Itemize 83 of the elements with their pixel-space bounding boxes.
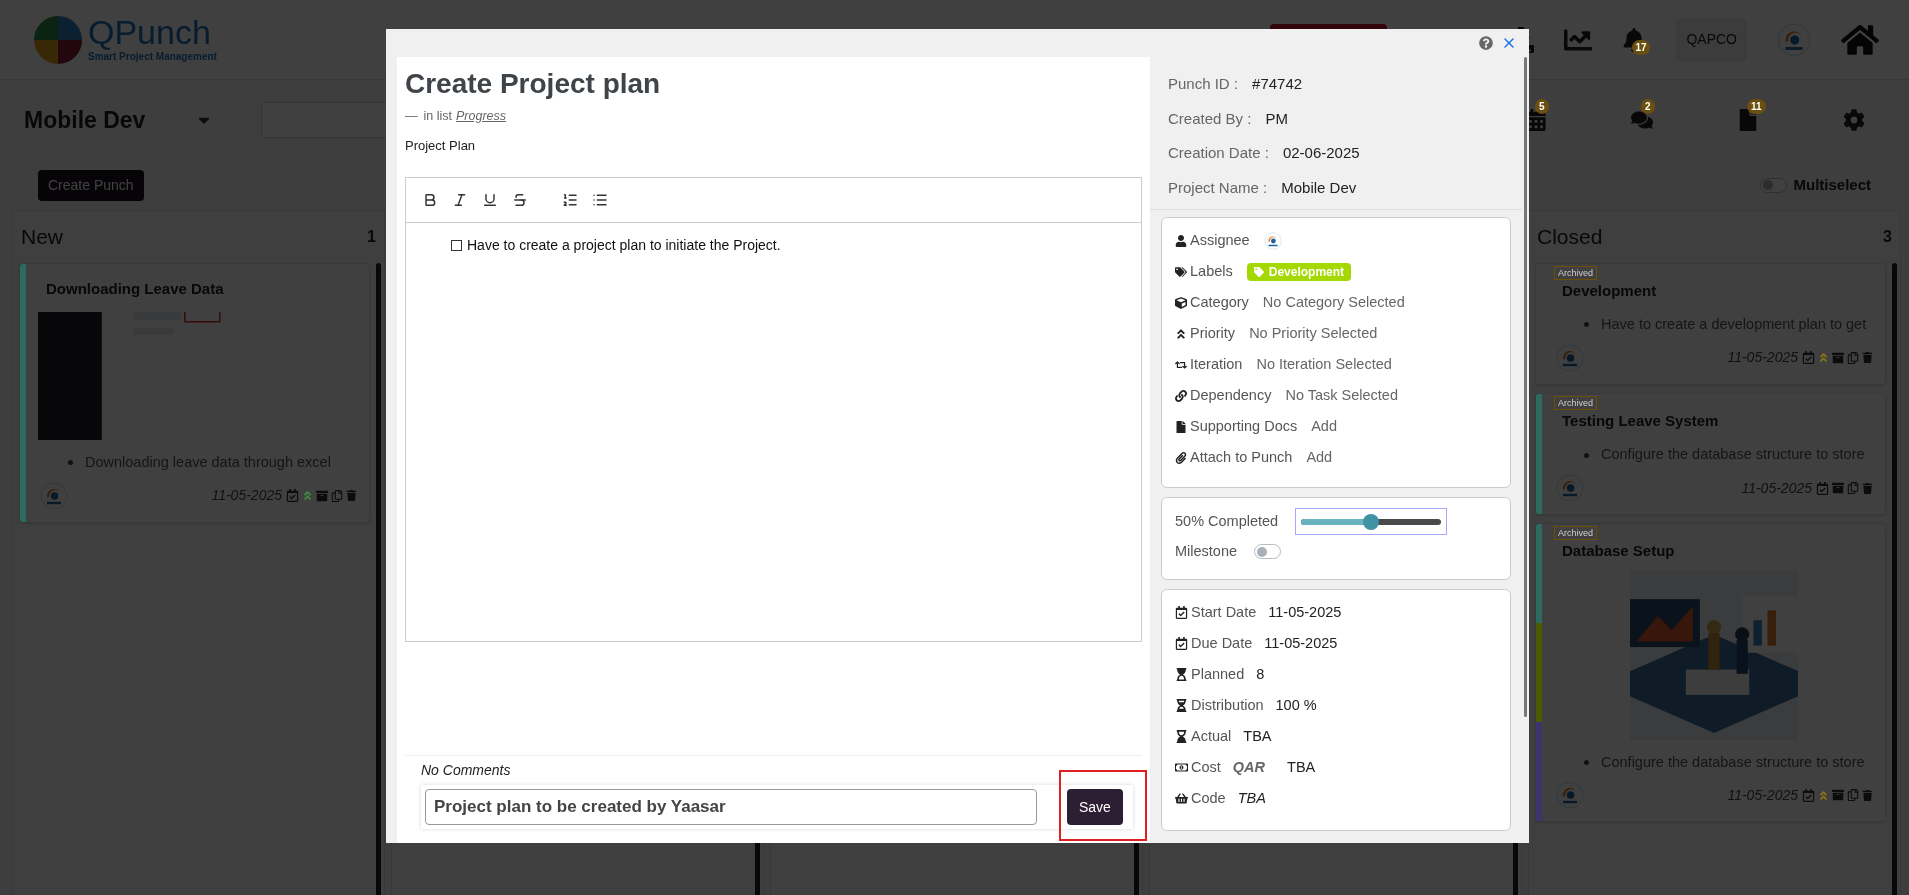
checklist-text: Have to create a project plan to initiate the Project. xyxy=(467,236,781,256)
detail-label: Planned xyxy=(1191,664,1245,684)
detail-value: No Task Selected xyxy=(1285,386,1398,406)
detail-label: Category xyxy=(1190,293,1249,313)
detail-value: No Priority Selected xyxy=(1249,324,1378,344)
dialog-title: Create Project plan xyxy=(405,67,662,101)
archived-tag: Archived xyxy=(1554,526,1597,540)
priority-icon xyxy=(1175,328,1187,340)
logo-subtitle: Smart Project Management xyxy=(88,51,217,64)
list-link[interactable]: Progress xyxy=(456,107,506,126)
detail-label: Priority xyxy=(1190,324,1236,344)
save-button[interactable]: Save xyxy=(1067,789,1123,825)
info-value: #74742 xyxy=(1252,74,1303,94)
actual-icon xyxy=(1175,730,1188,744)
info-value: Mobile Dev xyxy=(1281,177,1357,198)
detail-label: Labels xyxy=(1190,262,1233,282)
help-icon[interactable] xyxy=(1479,36,1493,50)
detail-label: Dependency xyxy=(1190,386,1272,406)
card-title: Testing Leave System xyxy=(1561,410,1720,431)
progress-slider[interactable] xyxy=(1295,508,1448,535)
info-label: Creation Date : xyxy=(1168,143,1269,163)
comment-field[interactable]: Project plan to be created by Yaasar xyxy=(425,789,1037,825)
detail-label: Attach to Punch xyxy=(1190,448,1293,468)
detail-label: Assignee xyxy=(1190,231,1250,251)
info-label: Punch ID : xyxy=(1168,74,1239,94)
detail-value: 100 % xyxy=(1275,695,1317,715)
detail-label: Supporting Docs xyxy=(1190,417,1298,437)
comments-status: No Comments xyxy=(421,761,512,780)
milestone-label: Milestone xyxy=(1175,542,1238,561)
italic-tool-icon[interactable] xyxy=(452,192,468,209)
start-icon xyxy=(1175,606,1188,620)
detail-label: Distribution xyxy=(1191,695,1264,715)
card-title: Development xyxy=(1561,280,1658,301)
due-icon xyxy=(1175,637,1188,651)
currency: QAR xyxy=(1232,757,1266,777)
detail-label: Iteration xyxy=(1190,355,1243,375)
planned-icon xyxy=(1175,668,1188,682)
detail-value: TBA xyxy=(1243,726,1272,746)
dependency-icon xyxy=(1175,390,1187,402)
slider-thumb[interactable] xyxy=(1363,513,1380,530)
list-label: in list xyxy=(423,108,452,125)
labels-icon xyxy=(1175,266,1187,278)
code-icon xyxy=(1175,792,1188,806)
docs-icon xyxy=(1175,421,1187,433)
detail-value: No Category Selected xyxy=(1262,293,1405,313)
category-icon xyxy=(1175,297,1187,309)
tag-icon xyxy=(1253,267,1264,277)
dash-mark: — xyxy=(405,108,418,125)
attach-icon xyxy=(1175,452,1187,464)
detail-value: 11-05-2025 xyxy=(1264,633,1338,653)
info-value: PM xyxy=(1265,108,1288,129)
detail-value: 11-05-2025 xyxy=(1268,602,1342,622)
text-editor[interactable]: Have to create a project plan to initiate the Project. xyxy=(405,177,1142,643)
detail-value[interactable]: Add xyxy=(1311,416,1337,438)
strike-tool-icon[interactable] xyxy=(512,192,528,209)
card-title: Downloading Leave Data xyxy=(45,278,225,299)
detail-label: Code xyxy=(1191,788,1226,808)
detail-label: Due Date xyxy=(1191,633,1253,653)
iteration-icon xyxy=(1175,359,1187,371)
ordered-tool-icon[interactable] xyxy=(562,192,578,209)
detail-label: Start Date xyxy=(1191,602,1257,622)
detail-value: No Iteration Selected xyxy=(1256,355,1392,375)
scrollbar[interactable] xyxy=(1524,57,1527,717)
assignee-icon xyxy=(1175,235,1187,247)
card-title: Database Setup xyxy=(1561,541,1676,561)
detail-value: TBA xyxy=(1237,788,1266,808)
description: Project Plan xyxy=(405,136,477,155)
underline-tool-icon[interactable] xyxy=(482,192,498,209)
bold-tool-icon[interactable] xyxy=(422,192,438,209)
detail-label: Cost xyxy=(1191,757,1221,777)
avatar-icon xyxy=(1263,232,1282,250)
detail-value: TBA xyxy=(1287,757,1316,777)
info-label: Project Name : xyxy=(1168,177,1268,198)
progress-label: 50% Completed xyxy=(1175,511,1279,531)
milestone-toggle[interactable] xyxy=(1254,544,1282,560)
info-value: 02-06-2025 xyxy=(1282,143,1360,163)
close-icon[interactable] xyxy=(1501,35,1517,51)
distribution-icon xyxy=(1175,699,1188,713)
detail-value[interactable]: Add xyxy=(1306,447,1333,469)
info-label: Created By : xyxy=(1168,108,1252,129)
detail-value: 8 xyxy=(1256,664,1265,684)
checkbox[interactable] xyxy=(451,240,462,252)
detail-label: Actual xyxy=(1191,726,1232,746)
